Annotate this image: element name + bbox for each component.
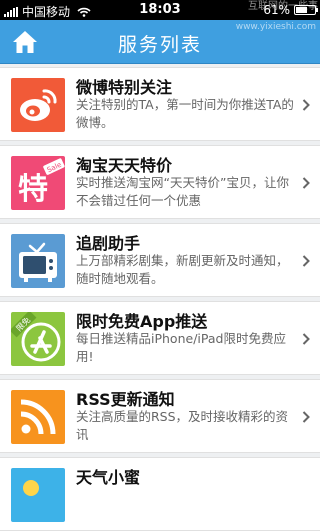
item-title: 淘宝天天特价	[76, 156, 173, 175]
item-desc: 关注高质量的RSS，及时接收精彩的资讯	[76, 409, 289, 442]
item-desc: 实时推送淘宝网“天天特价”宝贝，让你不会错过任何一个优惠	[76, 175, 289, 208]
item-title: 微博特别关注	[76, 78, 173, 97]
chevron-right-icon	[302, 177, 310, 189]
item-desc: 每日推送精品iPhone/iPad限时免费应用!	[76, 331, 286, 364]
item-desc: 上万部精彩剧集，新剧更新及时通知，随时随地观看。	[76, 253, 289, 286]
sale-tag: Sale	[46, 161, 63, 175]
chevron-right-icon	[302, 99, 310, 111]
item-title: 追剧助手	[76, 234, 141, 253]
list-item-taobao[interactable]: Sale 特 淘宝天天特价 实时推送淘宝网“天天特价”宝贝，让你不会错过任何一个…	[0, 145, 320, 219]
rss-icon	[11, 390, 65, 444]
watermark-text: 互联网的一些事	[248, 1, 318, 12]
list-item-weather[interactable]: 天气小蜜	[0, 457, 320, 531]
page-title: 服务列表	[117, 34, 202, 56]
list-item-app[interactable]: 限免 限时免费App推送 每日推送精品iPhone/iPad限时免费应用!	[0, 301, 320, 375]
chevron-right-icon	[302, 333, 310, 345]
tv-icon	[11, 234, 65, 288]
watermark: 互联网的一些事	[248, 2, 318, 12]
chevron-right-icon	[302, 411, 310, 423]
taobao-sale-icon: Sale 特	[11, 156, 65, 210]
item-title: 限时免费App推送	[76, 312, 208, 331]
app-store-icon: 限免	[11, 312, 65, 366]
watermark-url: www.yixieshi.com	[235, 22, 316, 32]
weather-icon	[11, 468, 65, 522]
item-desc: 关注特别的TA，第一时间为你推送TA的微博。	[76, 97, 294, 130]
item-title: 天气小蜜	[76, 468, 141, 487]
list-item-weibo[interactable]: 微博特别关注 关注特别的TA，第一时间为你推送TA的微博。	[0, 67, 320, 141]
status-bar: 中国移动 18:03 61% 互联网的一些事	[0, 0, 320, 20]
sale-glyph: 特	[18, 172, 48, 207]
service-list: 微博特别关注 关注特别的TA，第一时间为你推送TA的微博。 Sale 特 淘宝天…	[0, 64, 320, 531]
nav-bar: 服务列表 www.yixieshi.com	[0, 20, 320, 64]
list-item-rss[interactable]: RSS更新通知 关注高质量的RSS，及时接收精彩的资讯	[0, 379, 320, 453]
item-title: RSS更新通知	[76, 390, 175, 409]
weibo-icon	[11, 78, 65, 132]
chevron-right-icon	[302, 255, 310, 267]
list-item-tv[interactable]: 追剧助手 上万部精彩剧集，新剧更新及时通知，随时随地观看。	[0, 223, 320, 297]
